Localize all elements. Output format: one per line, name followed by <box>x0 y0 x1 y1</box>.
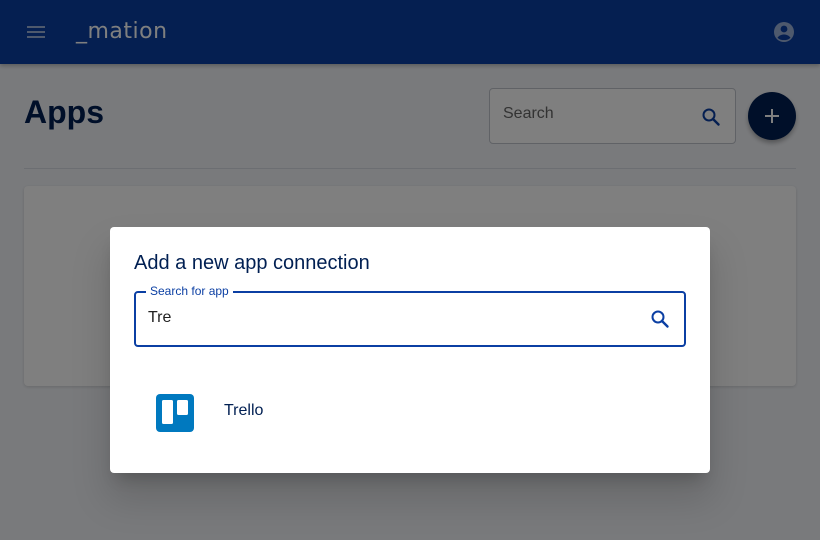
app-result-item[interactable]: Trello <box>134 372 686 452</box>
dialog-title: Add a new app connection <box>134 252 370 274</box>
add-app-connection-dialog: Add a new app connection Search for app … <box>110 227 710 473</box>
search-icon[interactable] <box>648 307 672 331</box>
app-result-name: Trello <box>224 402 264 419</box>
app-search-label: Search for app <box>146 284 233 298</box>
app-search-field[interactable]: Search for app <box>134 284 686 347</box>
app-search-input[interactable] <box>148 309 628 327</box>
trello-icon <box>156 394 194 432</box>
